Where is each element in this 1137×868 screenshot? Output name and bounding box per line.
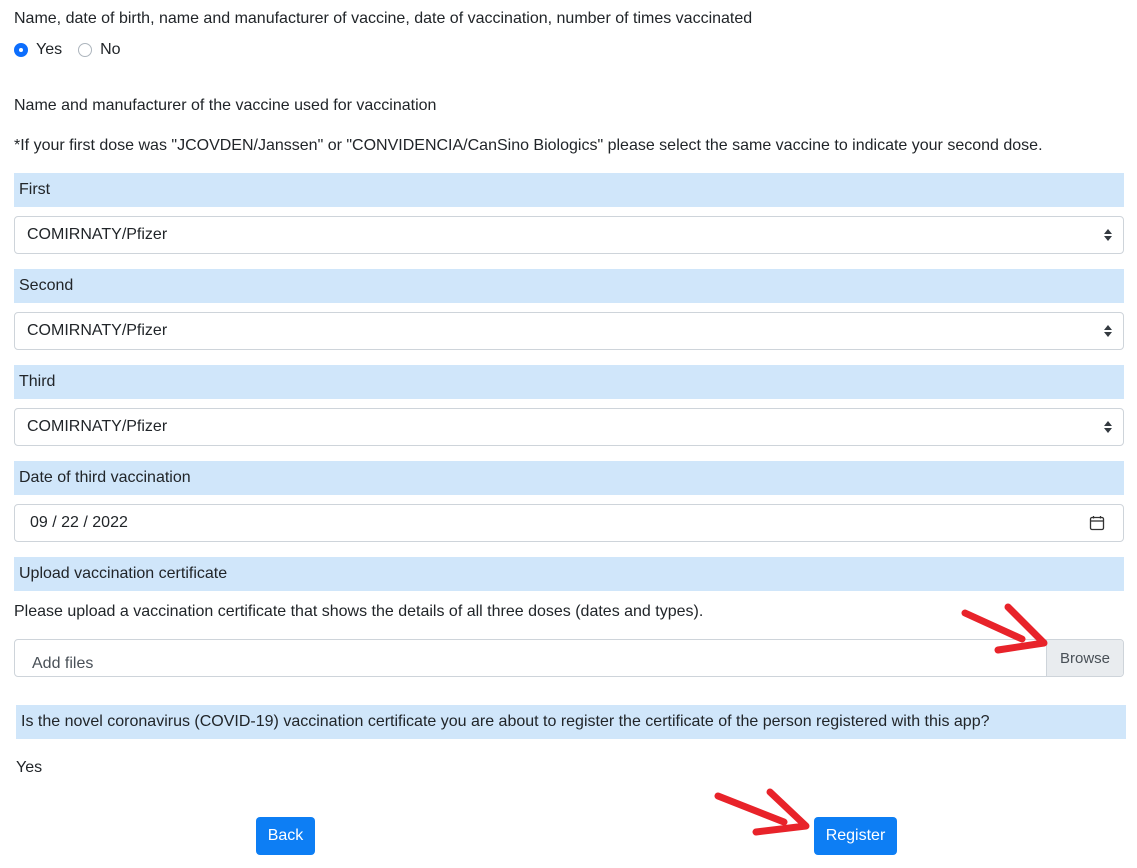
date-input[interactable]: 09 / 22 / 2022 (14, 504, 1124, 542)
annotation-arrow-icon (961, 603, 1048, 654)
third-dose-header: Third (14, 365, 1124, 399)
second-dose-header: Second (14, 269, 1124, 303)
file-upload-input[interactable]: Add files Browse (14, 639, 1124, 677)
radio-option-no[interactable]: No (78, 41, 121, 59)
confirm-answer: Yes (16, 759, 43, 776)
radio-yes-label: Yes (36, 41, 63, 58)
second-dose-value: COMIRNATY/Pfizer (27, 322, 168, 339)
third-dose-value: COMIRNATY/Pfizer (27, 418, 168, 435)
radio-yes-checked-icon[interactable] (14, 43, 28, 57)
first-dose-header: First (14, 173, 1124, 207)
personal-info-radio-group: Yes No (14, 40, 137, 60)
first-dose-select[interactable]: COMIRNATY/Pfizer (14, 216, 1124, 254)
personal-info-question: Name, date of birth, name and manufactur… (14, 10, 753, 27)
register-button[interactable]: Register (814, 817, 897, 855)
file-upload-placeholder: Add files (32, 655, 94, 672)
select-caret-icon (1103, 228, 1113, 242)
calendar-icon[interactable] (1089, 515, 1105, 531)
radio-option-yes[interactable]: Yes (14, 41, 62, 59)
confirm-question: Is the novel coronavirus (COVID-19) vacc… (16, 705, 1126, 739)
annotation-arrow-icon (714, 788, 810, 836)
browse-button[interactable]: Browse (1046, 640, 1123, 676)
vaccine-section-title: Name and manufacturer of the vaccine use… (14, 97, 437, 114)
date-header: Date of third vaccination (14, 461, 1124, 495)
first-dose-value: COMIRNATY/Pfizer (27, 226, 168, 243)
upload-instruction: Please upload a vaccination certificate … (14, 603, 704, 620)
back-button[interactable]: Back (256, 817, 315, 855)
third-dose-select[interactable]: COMIRNATY/Pfizer (14, 408, 1124, 446)
second-dose-select[interactable]: COMIRNATY/Pfizer (14, 312, 1124, 350)
vaccine-section-note: *If your first dose was "JCOVDEN/Janssen… (14, 137, 1043, 154)
radio-no-unchecked-icon[interactable] (78, 43, 93, 57)
select-caret-icon (1103, 324, 1113, 338)
radio-no-label: No (100, 41, 121, 58)
vaccination-registration-form: Name, date of birth, name and manufactur… (0, 0, 1137, 868)
upload-header: Upload vaccination certificate (14, 557, 1124, 591)
select-caret-icon (1103, 420, 1113, 434)
date-value: 09 / 22 / 2022 (30, 514, 128, 531)
